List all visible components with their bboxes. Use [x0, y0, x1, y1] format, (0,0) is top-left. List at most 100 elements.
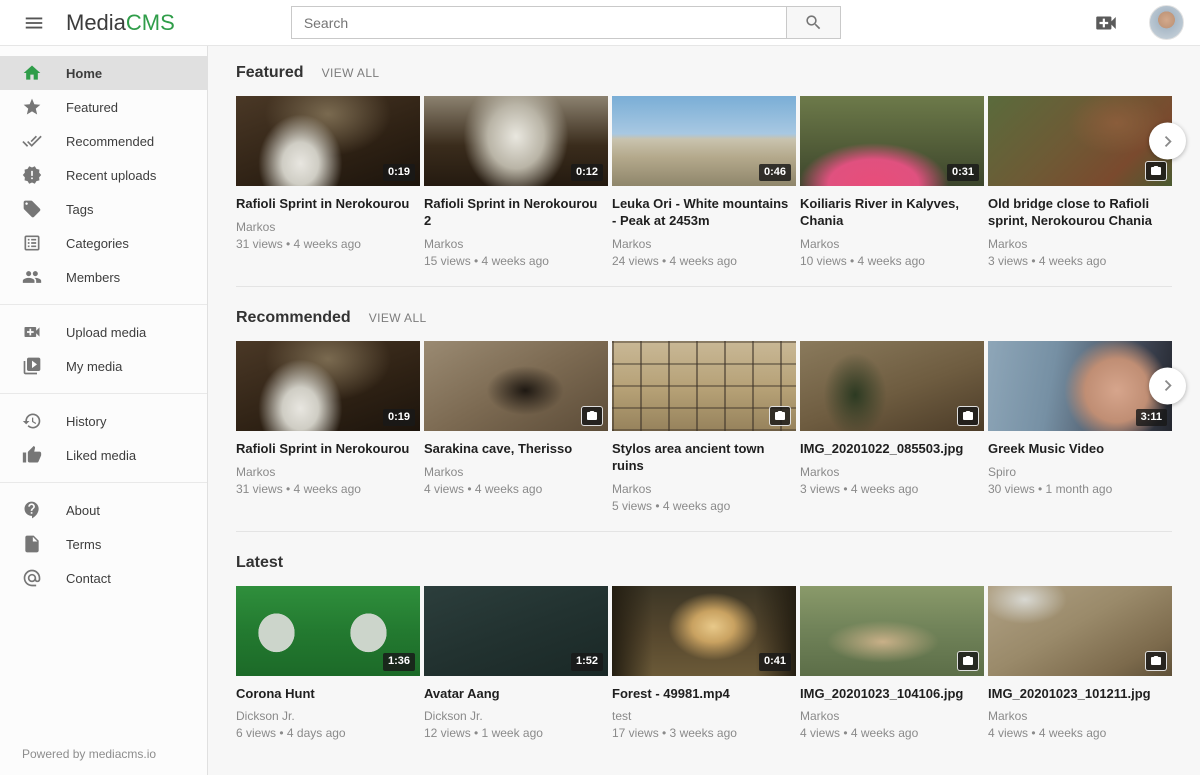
media-author[interactable]: Markos [236, 465, 420, 479]
section-title: Featured [236, 64, 304, 82]
media-author[interactable]: Markos [612, 482, 796, 496]
media-title[interactable]: Rafioli Sprint in Nerokourou [236, 441, 420, 458]
carousel-next-button[interactable] [1149, 367, 1186, 404]
media-author[interactable]: Markos [988, 709, 1172, 723]
media-meta: 31 views • 4 weeks ago [236, 237, 420, 251]
done-all-icon [22, 131, 42, 151]
duration-badge: 0:46 [759, 164, 791, 181]
hamburger-menu-button[interactable] [14, 3, 54, 43]
chevron-right-icon [1157, 130, 1179, 152]
sidebar-item-label: Categories [66, 236, 129, 251]
sidebar-item-home[interactable]: Home [0, 56, 207, 90]
sidebar-item-liked-media[interactable]: Liked media [0, 438, 207, 472]
duration-badge: 0:41 [759, 653, 791, 670]
sidebar-item-upload-media[interactable]: Upload media [0, 315, 207, 349]
sidebar-item-members[interactable]: Members [0, 260, 207, 294]
view-all-link[interactable]: VIEW ALL [369, 311, 427, 325]
media-thumbnail[interactable]: 0:12 [424, 96, 608, 186]
mediacms-logo[interactable]: MediaCMS [66, 10, 175, 36]
sidebar-item-categories[interactable]: Categories [0, 226, 207, 260]
star-icon [22, 97, 42, 117]
sidebar-item-label: Contact [66, 571, 111, 586]
sidebar-item-label: Liked media [66, 448, 136, 463]
sidebar-item-history[interactable]: History [0, 404, 207, 438]
media-author[interactable]: Markos [424, 237, 608, 251]
view-all-link[interactable]: VIEW ALL [322, 66, 380, 80]
upload-media-button[interactable] [1093, 10, 1119, 36]
sidebar-item-about[interactable]: About [0, 493, 207, 527]
media-title[interactable]: Avatar Aang [424, 686, 608, 703]
media-card: Stylos area ancient town ruins Markos 5 … [612, 341, 796, 513]
sidebar-item-featured[interactable]: Featured [0, 90, 207, 124]
history-icon [22, 411, 42, 431]
media-title[interactable]: Rafioli Sprint in Nerokourou 2 [424, 196, 608, 230]
media-title[interactable]: Rafioli Sprint in Nerokourou [236, 196, 420, 213]
media-author[interactable]: Markos [800, 465, 984, 479]
media-thumbnail[interactable] [988, 96, 1172, 186]
video-call-icon [1093, 10, 1119, 36]
media-thumbnail[interactable]: 1:36 [236, 586, 420, 676]
sidebar-item-recommended[interactable]: Recommended [0, 124, 207, 158]
sidebar: Home Featured Recommended Recent uploads… [0, 46, 208, 775]
media-thumbnail[interactable]: 1:52 [424, 586, 608, 676]
media-author[interactable]: test [612, 709, 796, 723]
media-card: Old bridge close to Rafioli sprint, Nero… [988, 96, 1172, 268]
powered-by-footer: Powered by mediacms.io [0, 733, 207, 775]
carousel-next-button[interactable] [1149, 123, 1186, 160]
media-thumbnail[interactable]: 0:19 [236, 341, 420, 431]
media-title[interactable]: IMG_20201023_104106.jpg [800, 686, 984, 703]
media-thumbnail[interactable] [424, 341, 608, 431]
media-title[interactable]: Corona Hunt [236, 686, 420, 703]
media-author[interactable]: Spiro [988, 465, 1172, 479]
media-title[interactable]: Old bridge close to Rafioli sprint, Nero… [988, 196, 1172, 230]
user-avatar[interactable] [1149, 5, 1184, 40]
media-thumbnail[interactable]: 0:19 [236, 96, 420, 186]
photo-type-badge [769, 406, 791, 426]
sidebar-item-my-media[interactable]: My media [0, 349, 207, 383]
sidebar-item-label: History [66, 414, 106, 429]
media-meta: 10 views • 4 weeks ago [800, 254, 984, 268]
media-author[interactable]: Markos [800, 237, 984, 251]
media-title[interactable]: IMG_20201022_085503.jpg [800, 441, 984, 458]
media-title[interactable]: IMG_20201023_101211.jpg [988, 686, 1172, 703]
media-title[interactable]: Koiliaris River in Kalyves, Chania [800, 196, 984, 230]
media-author[interactable]: Markos [612, 237, 796, 251]
media-title[interactable]: Greek Music Video [988, 441, 1172, 458]
sidebar-item-contact[interactable]: Contact [0, 561, 207, 595]
new-releases-icon [22, 165, 42, 185]
search-input[interactable] [291, 6, 787, 39]
media-author[interactable]: Markos [424, 465, 608, 479]
thumb-up-icon [22, 445, 42, 465]
media-title[interactable]: Stylos area ancient town ruins [612, 441, 796, 475]
media-card: 3:11 Greek Music Video Spiro 30 views • … [988, 341, 1172, 513]
media-thumbnail[interactable]: 0:31 [800, 96, 984, 186]
media-card: 0:41 Forest - 49981.mp4 test 17 views • … [612, 586, 796, 741]
media-thumbnail[interactable] [800, 586, 984, 676]
duration-badge: 3:11 [1136, 409, 1167, 426]
sidebar-item-label: Terms [66, 537, 101, 552]
media-author[interactable]: Markos [236, 220, 420, 234]
search-button[interactable] [787, 6, 841, 39]
section-divider [236, 286, 1172, 287]
media-meta: 12 views • 1 week ago [424, 726, 608, 740]
media-title[interactable]: Forest - 49981.mp4 [612, 686, 796, 703]
media-thumbnail[interactable] [988, 586, 1172, 676]
media-card: 1:52 Avatar Aang Dickson Jr. 12 views • … [424, 586, 608, 741]
media-author[interactable]: Dickson Jr. [236, 709, 420, 723]
media-thumbnail[interactable] [612, 341, 796, 431]
media-author[interactable]: Markos [800, 709, 984, 723]
media-author[interactable]: Dickson Jr. [424, 709, 608, 723]
media-thumbnail[interactable]: 0:41 [612, 586, 796, 676]
section-divider [236, 531, 1172, 532]
sidebar-item-tags[interactable]: Tags [0, 192, 207, 226]
media-thumbnail[interactable]: 0:46 [612, 96, 796, 186]
media-title[interactable]: Sarakina cave, Therisso [424, 441, 608, 458]
media-thumbnail[interactable] [800, 341, 984, 431]
menu-icon [23, 12, 45, 34]
media-thumbnail[interactable]: 3:11 [988, 341, 1172, 431]
sidebar-item-recent-uploads[interactable]: Recent uploads [0, 158, 207, 192]
media-title[interactable]: Leuka Ori - White mountains - Peak at 24… [612, 196, 796, 230]
media-author[interactable]: Markos [988, 237, 1172, 251]
duration-badge: 1:52 [571, 653, 603, 670]
sidebar-item-terms[interactable]: Terms [0, 527, 207, 561]
